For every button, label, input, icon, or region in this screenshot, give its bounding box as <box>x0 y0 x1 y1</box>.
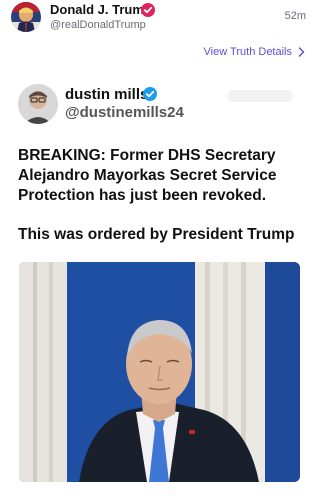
post-header: Donald J. Trump @realDonaldTrump 52m <box>0 0 318 36</box>
post-time: 52m <box>284 10 306 22</box>
quoted-post-image[interactable] <box>19 262 300 482</box>
chevron-right-icon <box>298 47 305 57</box>
quoted-post-card[interactable]: dustin mills @dustinemills24 BREAKING: F… <box>0 66 318 500</box>
verified-badge-icon <box>143 87 157 101</box>
quoted-text-paragraph: BREAKING: Former DHS Secretary Alejandro… <box>18 147 277 204</box>
quoted-text-paragraph: This was ordered by President Trump <box>18 226 295 243</box>
quoted-author-name: dustin mills <box>65 86 149 103</box>
verified-badge-icon <box>141 3 155 17</box>
quoted-post-text: BREAKING: Former DHS Secretary Alejandro… <box>18 146 308 264</box>
author-avatar[interactable] <box>11 2 41 32</box>
author-name[interactable]: Donald J. Trump <box>50 2 152 17</box>
quoted-author-handle: @dustinemills24 <box>65 104 184 121</box>
view-truth-details-link[interactable]: View Truth Details <box>204 46 305 58</box>
blurred-region <box>228 90 292 102</box>
details-link-label: View Truth Details <box>203 46 292 58</box>
author-handle[interactable]: @realDonaldTrump <box>50 19 146 31</box>
quoted-author-avatar <box>18 84 58 124</box>
